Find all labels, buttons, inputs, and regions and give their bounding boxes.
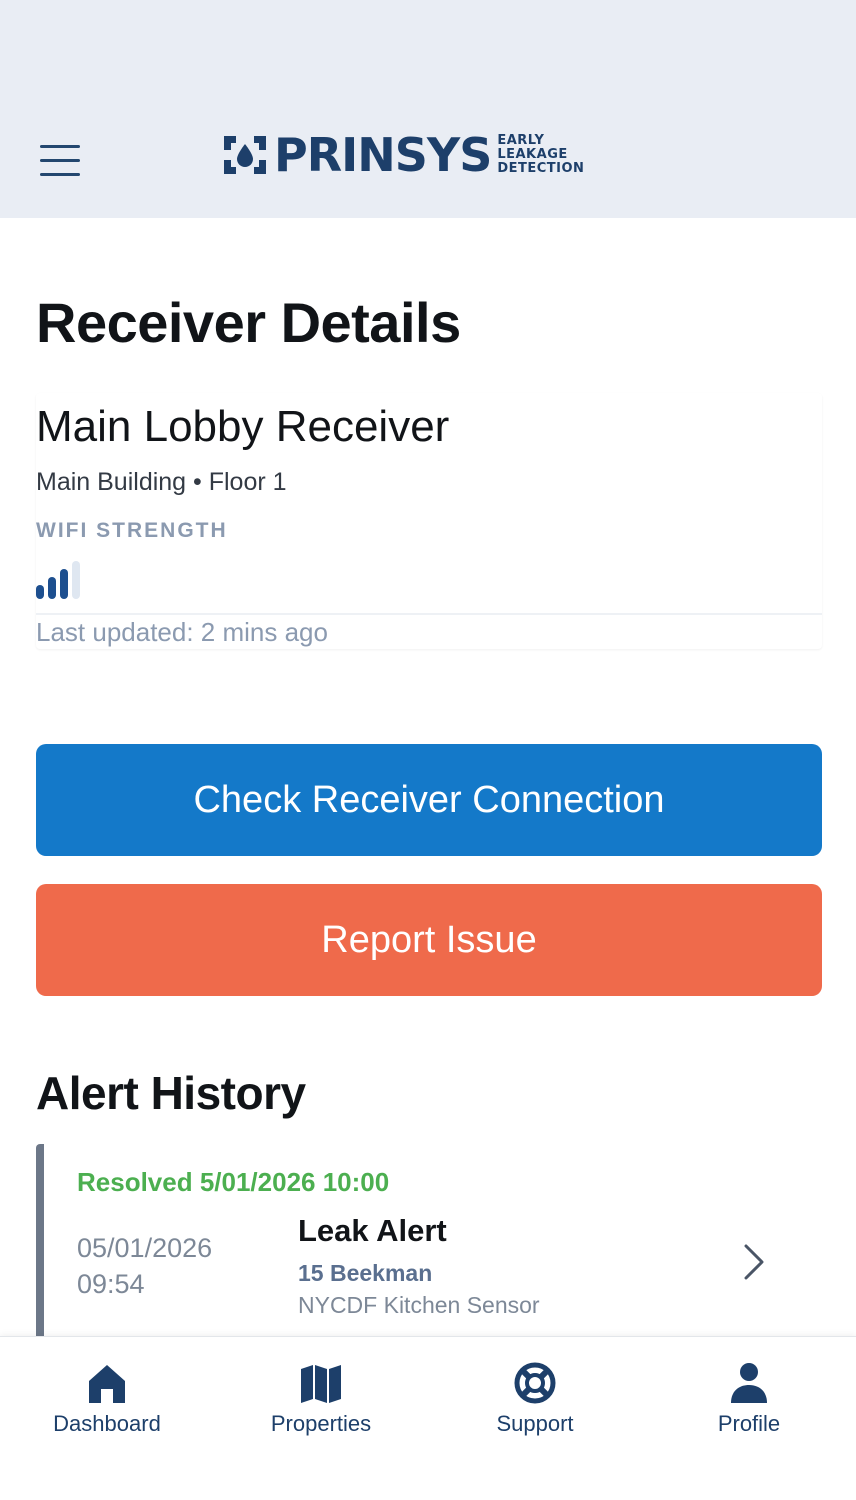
wifi-bar <box>72 561 80 599</box>
home-icon <box>89 1365 125 1403</box>
map-icon <box>301 1365 341 1403</box>
wifi-signal-icon <box>36 561 82 599</box>
wifi-bar <box>60 569 68 599</box>
check-receiver-connection-button[interactable]: Check Receiver Connection <box>36 744 822 856</box>
alert-date: 05/01/2026 <box>77 1233 213 1263</box>
nav-label-properties: Properties <box>270 1411 372 1436</box>
app-header: PRINSYS EARLY LEAKAGE DETECTION <box>0 0 856 218</box>
person-icon <box>731 1363 767 1403</box>
page-title: Receiver Details <box>36 291 461 354</box>
lifebuoy-icon <box>514 1362 556 1404</box>
receiver-location: Main Building • Floor 1 <box>36 468 287 496</box>
nav-item-dashboard[interactable]: Dashboard <box>0 1337 214 1457</box>
logo-tagline: EARLY LEAKAGE DETECTION <box>497 133 585 176</box>
alert-property: 15 Beekman <box>298 1260 433 1286</box>
chevron-right-icon[interactable] <box>736 1242 772 1282</box>
receiver-name: Main Lobby Receiver <box>36 402 450 451</box>
report-issue-button[interactable]: Report Issue <box>36 884 822 996</box>
wifi-bar <box>48 577 56 599</box>
nav-item-profile[interactable]: Profile <box>642 1337 856 1457</box>
nav-item-support[interactable]: Support <box>428 1337 642 1457</box>
alert-timestamp: 05/01/2026 09:54 <box>77 1230 277 1302</box>
alert-history-title: Alert History <box>36 1067 306 1119</box>
alert-history-item[interactable]: Resolved 5/01/2026 10:00 05/01/2026 09:5… <box>36 1144 822 1344</box>
nav-label-support: Support <box>496 1411 574 1436</box>
hamburger-icon[interactable] <box>38 143 82 179</box>
prinsys-logo: PRINSYS EARLY LEAKAGE DETECTION <box>222 130 584 180</box>
last-updated-text: Last updated: 2 mins ago <box>36 617 328 647</box>
alert-sensor: NYCDF Kitchen Sensor <box>298 1292 540 1318</box>
alert-resolved-status: Resolved 5/01/2026 10:00 <box>77 1167 390 1197</box>
nav-item-properties[interactable]: Properties <box>214 1337 428 1457</box>
bottom-nav: Dashboard Properties Support Profile <box>0 1336 856 1500</box>
logo-wordmark: PRINSYS <box>274 128 492 182</box>
logo-drop-icon <box>224 136 266 174</box>
alert-status-bar <box>36 1144 44 1344</box>
alert-type: Leak Alert <box>298 1213 447 1248</box>
wifi-bar <box>36 585 44 599</box>
alert-time: 09:54 <box>77 1269 145 1299</box>
nav-label-profile: Profile <box>717 1411 781 1436</box>
receiver-card: Main Lobby Receiver Main Building • Floo… <box>36 393 822 649</box>
wifi-strength-label: WIFI STRENGTH <box>36 519 228 542</box>
nav-label-dashboard: Dashboard <box>53 1411 161 1436</box>
